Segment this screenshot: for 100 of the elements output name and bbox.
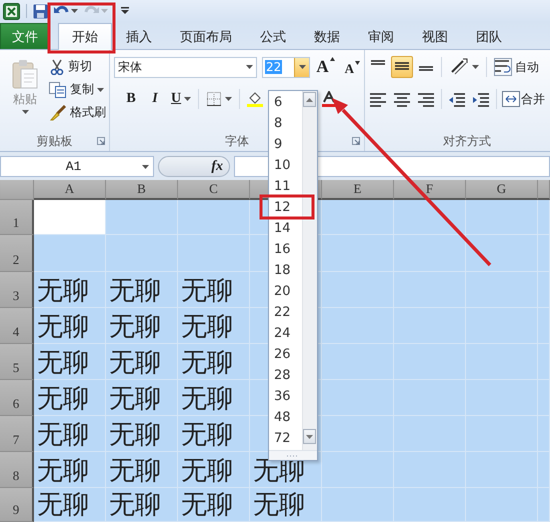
column-header[interactable]: G xyxy=(466,180,538,200)
row-header[interactable]: 7 xyxy=(0,416,34,452)
name-box[interactable]: A1 xyxy=(0,156,154,177)
insert-function-button[interactable]: fx xyxy=(158,156,230,177)
dropdown-button[interactable] xyxy=(294,58,310,76)
group-label: 字体 xyxy=(225,132,249,150)
bold-button[interactable]: B xyxy=(120,89,142,109)
ribbon-tab[interactable]: 数据 xyxy=(300,23,354,49)
row-header[interactable]: 2 xyxy=(0,235,34,272)
table-cell: 无聊 xyxy=(34,272,106,308)
table-cell: 无聊 xyxy=(178,380,250,416)
table-cell: 无聊 xyxy=(106,380,178,416)
row-header[interactable]: 9 xyxy=(0,488,34,522)
align-bottom-icon xyxy=(418,66,434,74)
row-header[interactable]: 1 xyxy=(0,200,34,235)
font-size-option[interactable]: 48 xyxy=(269,407,302,428)
table-cell: 无聊 xyxy=(34,344,106,380)
table-cell: 无聊 xyxy=(106,416,178,452)
grow-font-button[interactable]: A xyxy=(312,56,339,78)
ribbon-tab[interactable]: 插入 xyxy=(112,23,166,49)
dialog-launcher-icon[interactable] xyxy=(97,137,105,145)
caret-icon xyxy=(184,97,192,101)
table-cell: 无聊 xyxy=(106,272,178,308)
active-cell[interactable] xyxy=(34,200,106,235)
font-size-option[interactable]: 11 xyxy=(269,176,302,197)
scroll-down-button[interactable] xyxy=(303,429,316,444)
caret-icon xyxy=(71,9,78,13)
row-header[interactable]: 3 xyxy=(0,272,34,308)
row-header[interactable]: 4 xyxy=(0,308,34,344)
table-cell: 无聊 xyxy=(34,452,106,488)
column-header[interactable]: B xyxy=(106,180,178,200)
italic-button[interactable]: I xyxy=(144,89,166,109)
font-size-option[interactable]: 18 xyxy=(269,260,302,281)
font-size-option[interactable]: 36 xyxy=(269,386,302,407)
format-painter-button[interactable]: 格式刷 xyxy=(46,102,109,123)
row-header[interactable]: 8 xyxy=(0,452,34,488)
table-cell: 无聊 xyxy=(34,308,106,344)
middle-align-button[interactable] xyxy=(391,56,413,78)
scissors-icon xyxy=(49,58,65,74)
table-cell: 无聊 xyxy=(178,416,250,452)
copy-button[interactable]: 复制 xyxy=(46,79,109,100)
cut-button[interactable]: 剪切 xyxy=(46,56,109,77)
table-cell: 无聊 xyxy=(34,380,106,416)
font-size-option[interactable]: 12 xyxy=(269,197,302,218)
up-triangle-icon xyxy=(330,57,335,61)
font-size-option[interactable]: 9 xyxy=(269,134,302,155)
table-cell: 无聊 xyxy=(178,344,250,380)
table-cell: 无聊 xyxy=(106,488,178,522)
align-top-icon xyxy=(370,60,386,68)
table-cell: 无聊 xyxy=(106,452,178,488)
font-size-option[interactable]: 20 xyxy=(269,281,302,302)
ribbon-tab[interactable]: 开始 xyxy=(58,23,112,50)
ribbon-tab[interactable]: 公式 xyxy=(246,23,300,49)
ribbon-tab[interactable]: 页面布局 xyxy=(166,23,246,49)
down-triangle-icon xyxy=(355,60,360,64)
table-cell: 无聊 xyxy=(34,488,106,522)
column-header[interactable]: E xyxy=(322,180,394,200)
column-header[interactable]: F xyxy=(394,180,466,200)
font-size-option[interactable]: 26 xyxy=(269,344,302,365)
paint-bucket-icon xyxy=(247,91,264,107)
merge-button[interactable]: 合并 xyxy=(501,88,546,110)
caret-icon xyxy=(97,88,104,92)
column-header[interactable]: A xyxy=(34,180,106,200)
save-button[interactable] xyxy=(33,4,48,18)
row-header[interactable]: 6 xyxy=(0,380,34,416)
save-icon xyxy=(33,4,48,18)
align-middle-icon xyxy=(394,62,410,72)
caret-icon xyxy=(298,65,306,69)
ribbon-tab[interactable]: 团队 xyxy=(462,23,516,49)
wrap-text-button[interactable]: 自动 xyxy=(491,56,542,78)
file-tab[interactable]: 文件 xyxy=(0,23,50,49)
font-size-option[interactable]: 28 xyxy=(269,365,302,386)
column-header[interactable]: C xyxy=(178,180,250,200)
shrink-font-button[interactable]: A xyxy=(340,60,364,78)
ribbon-tab[interactable]: 视图 xyxy=(408,23,462,49)
font-size-option[interactable]: 72 xyxy=(269,428,302,449)
underline-button[interactable]: U xyxy=(168,89,194,109)
font-size-option[interactable]: 22 xyxy=(269,302,302,323)
font-name-field[interactable]: 宋体 xyxy=(114,56,258,78)
row-header[interactable]: 5 xyxy=(0,344,34,380)
font-size-option[interactable]: 24 xyxy=(269,323,302,344)
scroll-up-button[interactable] xyxy=(303,92,316,107)
font-size-option[interactable]: 16 xyxy=(269,239,302,260)
merge-cells-icon xyxy=(502,91,520,107)
group-label: 剪贴板 xyxy=(36,132,72,150)
table-cell: 无聊 xyxy=(34,416,106,452)
font-size-option[interactable]: 10 xyxy=(269,155,302,176)
font-size-option[interactable]: 8 xyxy=(269,113,302,134)
ribbon-tab[interactable]: 审阅 xyxy=(354,23,408,49)
customize-menu-icon[interactable] xyxy=(121,7,129,15)
caret-icon xyxy=(101,9,108,13)
dialog-launcher-icon[interactable] xyxy=(352,137,360,145)
wrap-text-icon xyxy=(494,58,512,76)
group-label: 对齐方式 xyxy=(443,132,491,150)
column-header[interactable] xyxy=(538,180,550,200)
caret-icon xyxy=(225,97,232,101)
font-size-option[interactable]: 6 xyxy=(269,92,302,113)
table-cell: 无聊 xyxy=(178,452,250,488)
font-size-option[interactable]: 14 xyxy=(269,218,302,239)
excel-logo-icon[interactable] xyxy=(3,2,20,20)
